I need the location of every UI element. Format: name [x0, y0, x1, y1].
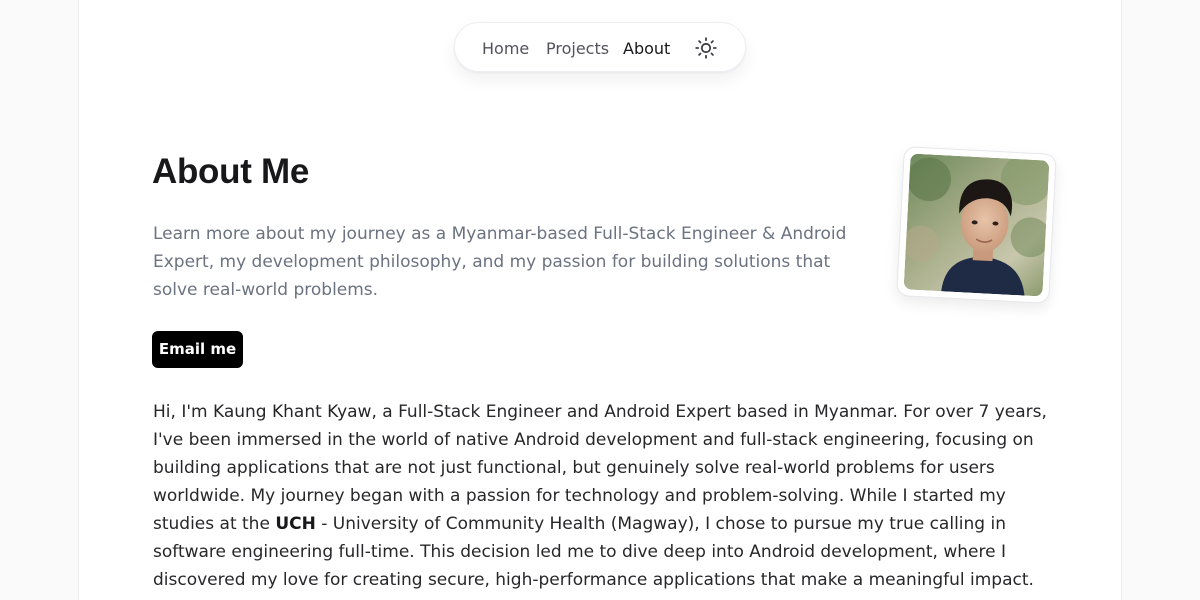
intro-paragraph: Learn more about my journey as a Myanmar…	[153, 224, 847, 300]
nav-link-home[interactable]: Home	[482, 39, 529, 59]
avatar-card	[896, 146, 1057, 304]
email-me-button[interactable]: Email me	[152, 331, 243, 368]
avatar	[903, 153, 1050, 297]
nav-link-about[interactable]: About	[623, 39, 670, 59]
profile-photo-image	[903, 153, 1050, 297]
theme-toggle-button[interactable]	[694, 36, 718, 60]
bio-paragraph: Hi, I'm Kaung Khant Kyaw, a Full-Stack E…	[153, 398, 1053, 594]
sun-icon	[695, 37, 717, 59]
nav-link-projects[interactable]: Projects	[546, 39, 609, 59]
page-title: About Me	[152, 152, 310, 191]
bio-highlight-uch: UCH	[275, 514, 316, 534]
top-navigation: Home Projects About	[454, 22, 746, 72]
